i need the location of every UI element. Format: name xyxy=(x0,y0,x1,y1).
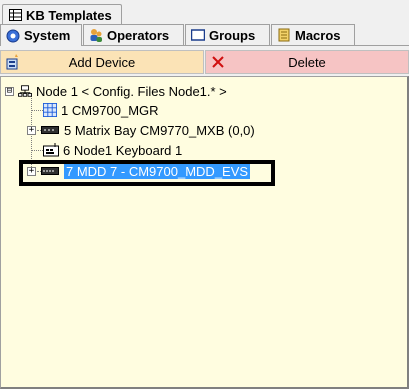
tree-connector xyxy=(31,110,43,111)
tree-node-label: 1 CM9700_MGR xyxy=(61,102,159,118)
tree-connector xyxy=(31,150,43,151)
tree-node-label: 6 Node1 Keyboard 1 xyxy=(63,142,183,158)
tab-macros-label: Macros xyxy=(295,27,341,43)
tab-macros[interactable]: Macros xyxy=(271,24,355,45)
tree-node-label: 5 Matrix Bay CM9770_MXB (0,0) xyxy=(64,122,255,138)
highlight-box xyxy=(19,160,275,186)
toolbar: Add Device Delete xyxy=(0,50,409,74)
tree-node-root-label: Node 1 < Config. Files Node1.* > xyxy=(36,83,227,99)
add-device-label: Add Device xyxy=(68,54,136,70)
tab-kb-templates[interactable]: KB Templates xyxy=(2,4,122,25)
add-device-button[interactable]: Add Device xyxy=(0,50,204,74)
tab-groups-label: Groups xyxy=(209,27,256,43)
tab-operators-label: Operators xyxy=(107,27,170,43)
system-icon xyxy=(6,29,20,43)
delete-label: Delete xyxy=(288,54,326,70)
network-node-icon xyxy=(18,84,32,98)
tab-kb-templates-label: KB Templates xyxy=(26,7,112,23)
tree-node-root[interactable]: ⊟ Node 1 < Config. Files Node1.* > xyxy=(5,82,227,100)
collapse-icon[interactable]: ⊟ xyxy=(5,86,14,96)
manager-grid-icon xyxy=(43,103,57,117)
tree-node-keyboard[interactable]: 6 Node1 Keyboard 1 xyxy=(43,141,182,159)
tab-operators[interactable]: Operators xyxy=(83,24,184,45)
tab-groups[interactable]: Groups xyxy=(185,24,270,45)
tree-node-cm9700-mgr[interactable]: 1 CM9700_MGR xyxy=(43,101,159,119)
tab-system-label: System xyxy=(24,28,71,43)
tree-node-matrix-bay[interactable]: + 5 Matrix Bay CM9770_MXB (0,0) xyxy=(27,121,255,139)
matrix-bay-icon xyxy=(40,123,60,137)
table-icon xyxy=(8,8,22,22)
keyboard-icon xyxy=(43,143,59,157)
operators-icon xyxy=(89,28,103,42)
macros-icon xyxy=(277,28,291,42)
system-tree[interactable]: ⊟ Node 1 < Config. Files Node1.* > 1 CM9… xyxy=(0,76,409,389)
expand-icon[interactable]: + xyxy=(27,125,36,135)
groups-icon xyxy=(191,28,205,42)
tab-system[interactable]: System xyxy=(0,24,82,46)
delete-button[interactable]: Delete xyxy=(205,50,409,74)
